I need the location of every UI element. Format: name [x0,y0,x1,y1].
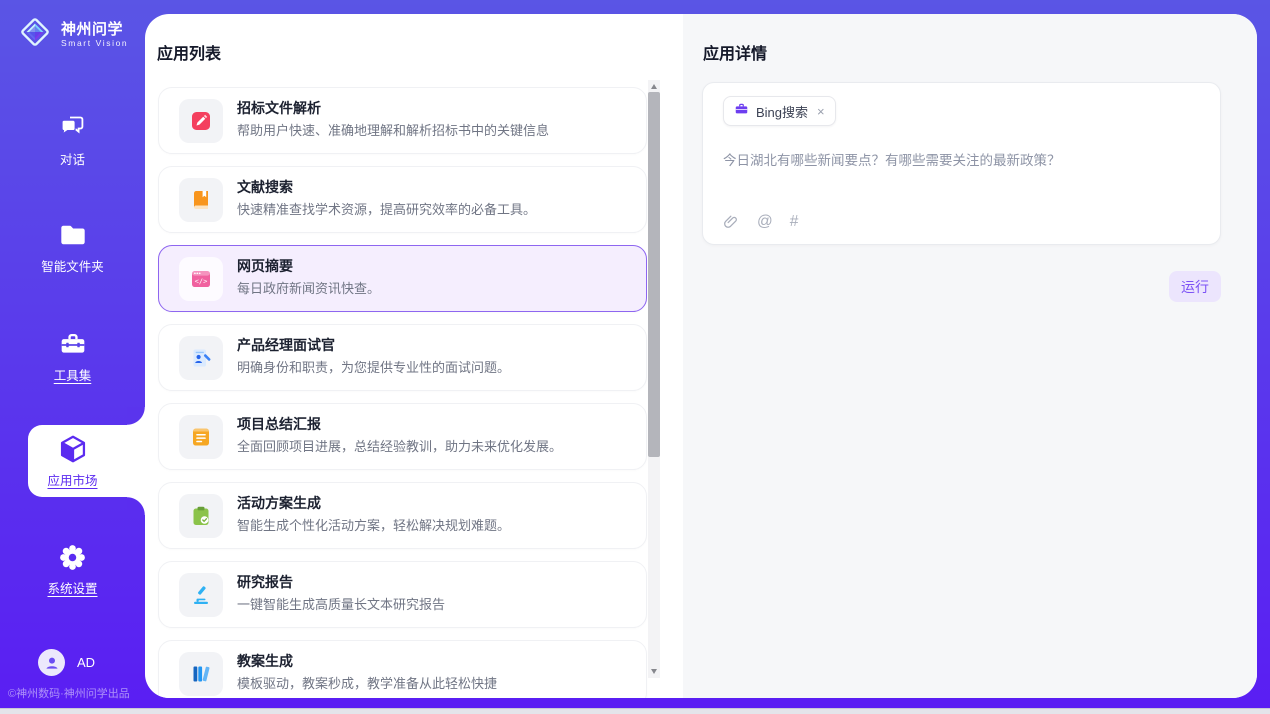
app-list: 招标文件解析 帮助用户快速、准确地理解和解析招标书中的关键信息 文献搜索 快速精… [158,87,647,698]
app-description: 明确身份和职责，为您提供专业性的面试问题。 [237,357,510,376]
app-card-web-summary[interactable]: </> 网页摘要 每日政府新闻资讯快查。 [158,245,647,312]
diamond-logo-icon [16,13,54,56]
sidebar-item-market[interactable]: 应用市场 [0,433,145,489]
app-name: 活动方案生成 [237,493,321,513]
app-description: 智能生成个性化活动方案，轻松解决规划难题。 [237,515,510,534]
doc-edit-icon [179,99,223,143]
triangle-down-icon [651,669,657,674]
close-icon[interactable]: × [817,104,825,119]
clipboard-check-icon [179,494,223,538]
paperclip-icon[interactable] [722,213,740,231]
query-textarea[interactable]: 今日湖北有哪些新闻要点？有哪些需要关注的最新政策？ [723,151,1199,171]
app-window: 神州问学 Smart Vision 对话 智能文件夹 [0,0,1270,714]
user-name: AD [77,655,95,670]
app-name: 文献搜索 [237,177,293,197]
app-card-research-report[interactable]: 研究报告 一键智能生成高质量长文本研究报告 [158,561,647,628]
app-name: 招标文件解析 [237,98,321,118]
triangle-up-icon [651,84,657,89]
tool-tag-label: Bing搜索 [756,102,808,121]
book-icon [179,178,223,222]
folder-icon [0,219,145,251]
sidebar-item-settings[interactable]: 系统设置 [0,542,145,597]
sidebar: 神州问学 Smart Vision 对话 智能文件夹 [0,0,145,698]
avatar [38,649,65,676]
bubble-curve-top [127,407,145,425]
cube-icon [0,433,145,465]
books-icon [179,652,223,696]
gear-icon [0,542,145,573]
chat-icon [0,110,145,144]
app-card-pm-interviewer[interactable]: 产品经理面试官 明确身份和职责，为您提供专业性的面试问题。 [158,324,647,391]
app-name: 教案生成 [237,651,293,671]
app-name: 产品经理面试官 [237,335,335,355]
app-card-tender-parse[interactable]: 招标文件解析 帮助用户快速、准确地理解和解析招标书中的关键信息 [158,87,647,154]
sidebar-item-label: 系统设置 [0,578,145,597]
toolbox-icon [0,328,145,360]
briefcase-icon [734,101,749,121]
app-input-card: Bing搜索 × 今日湖北有哪些新闻要点？有哪些需要关注的最新政策？ @ # [702,82,1221,245]
bottom-edge-strip [0,708,1270,714]
list-scrollbar[interactable] [648,80,660,678]
scrollbar-thumb[interactable] [648,92,660,457]
app-description: 模板驱动，教案秒成，教学准备从此轻松快捷 [237,673,497,692]
user-menu[interactable]: AD [38,649,95,676]
interviewer-icon [179,336,223,380]
app-card-event-plan[interactable]: 活动方案生成 智能生成个性化活动方案，轻松解决规划难题。 [158,482,647,549]
sidebar-item-tools[interactable]: 工具集 [0,328,145,384]
note-lines-icon [179,415,223,459]
main-content: 应用列表 招标文件解析 帮助用户快速、准确地理解和解析招标书中的关键信息 [145,14,1257,698]
sidebar-item-label: 对话 [0,149,145,168]
brand-logo: 神州问学 Smart Vision [16,13,128,56]
svg-text:</>: </> [195,278,208,286]
app-description: 一键智能生成高质量长文本研究报告 [237,594,445,613]
app-card-project-summary[interactable]: 项目总结汇报 全面回顾项目进展，总结经验教训，助力未来优化发展。 [158,403,647,470]
tool-tag-bing-search[interactable]: Bing搜索 × [723,96,836,126]
app-list-title: 应用列表 [157,40,221,64]
brand-subtitle: Smart Vision [61,38,128,48]
copyright-text: ©神州数码·神州问学出品 [8,685,148,701]
sidebar-item-chat[interactable]: 对话 [0,110,145,168]
app-name: 项目总结汇报 [237,414,321,434]
bubble-curve-bottom [127,497,145,515]
app-card-lesson-plan[interactable]: 教案生成 模板驱动，教案秒成，教学准备从此轻松快捷 [158,640,647,698]
run-button[interactable]: 运行 [1169,271,1221,302]
app-card-literature-search[interactable]: 文献搜索 快速精准查找学术资源，提高研究效率的必备工具。 [158,166,647,233]
app-description: 全面回顾项目进展，总结经验教训，助力未来优化发展。 [237,436,562,455]
app-name: 研究报告 [237,572,293,592]
sidebar-item-folders[interactable]: 智能文件夹 [0,219,145,275]
app-description: 快速精准查找学术资源，提高研究效率的必备工具。 [237,199,536,218]
hash-icon[interactable]: # [790,213,799,231]
app-description: 帮助用户快速、准确地理解和解析招标书中的关键信息 [237,120,549,139]
app-detail-title: 应用详情 [703,40,767,64]
sidebar-item-label: 智能文件夹 [0,256,145,275]
webpage-code-icon: </> [179,257,223,301]
at-icon[interactable]: @ [757,213,773,231]
attachment-toolbar: @ # [722,213,798,231]
sidebar-item-label: 工具集 [0,365,145,384]
brand-name: 神州问学 [61,21,128,38]
app-description: 每日政府新闻资讯快查。 [237,278,380,297]
app-name: 网页摘要 [237,256,293,276]
sidebar-item-label: 应用市场 [0,470,145,489]
app-detail-panel: 应用详情 Bing搜索 × 今日湖北有哪些新闻要点？有哪些需要关注的最新政策？ [683,14,1257,698]
scrollbar-down-button[interactable] [648,665,660,678]
microscope-icon [179,573,223,617]
